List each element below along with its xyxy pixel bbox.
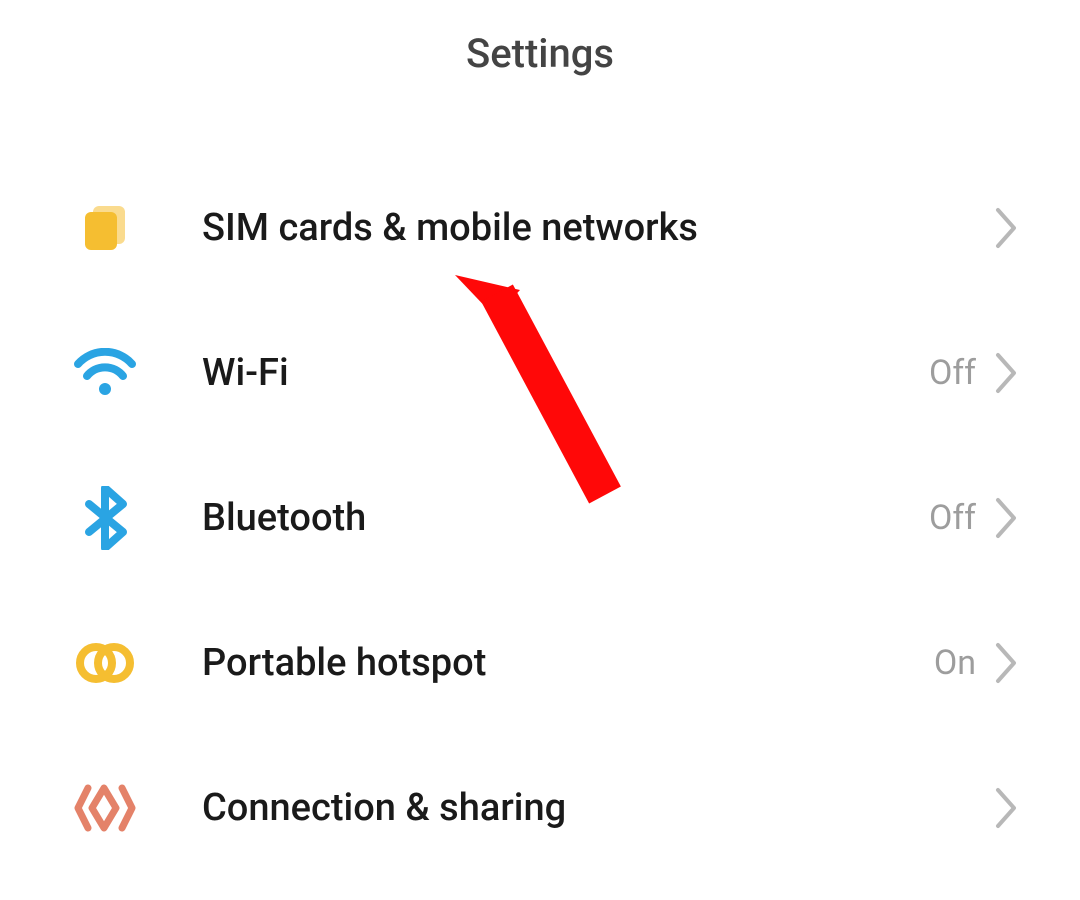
settings-item-label: Connection & sharing	[202, 786, 976, 830]
hotspot-icon	[70, 641, 140, 685]
chevron-right-icon	[994, 351, 1020, 395]
settings-item-wifi[interactable]: Wi-Fi Off	[0, 300, 1080, 445]
settings-item-value: On	[934, 643, 976, 683]
sim-cards-icon	[70, 200, 140, 256]
chevron-right-icon	[994, 496, 1020, 540]
settings-list: SIM cards & mobile networks Wi-Fi Off Bl…	[0, 155, 1080, 880]
settings-item-hotspot[interactable]: Portable hotspot On	[0, 590, 1080, 735]
bluetooth-icon	[70, 486, 140, 550]
wifi-icon	[70, 348, 140, 398]
chevron-right-icon	[994, 206, 1020, 250]
page-title: Settings	[0, 0, 1080, 95]
settings-item-connection-sharing[interactable]: Connection & sharing	[0, 735, 1080, 880]
settings-item-value: Off	[929, 498, 976, 538]
sharing-icon	[70, 784, 140, 832]
settings-item-label: SIM cards & mobile networks	[202, 206, 976, 250]
chevron-right-icon	[994, 641, 1020, 685]
settings-item-label: Wi-Fi	[202, 351, 929, 395]
settings-item-sim-cards[interactable]: SIM cards & mobile networks	[0, 155, 1080, 300]
settings-item-label: Bluetooth	[202, 496, 929, 540]
settings-item-label: Portable hotspot	[202, 641, 934, 685]
chevron-right-icon	[994, 786, 1020, 830]
settings-item-value: Off	[929, 353, 976, 393]
settings-item-bluetooth[interactable]: Bluetooth Off	[0, 445, 1080, 590]
